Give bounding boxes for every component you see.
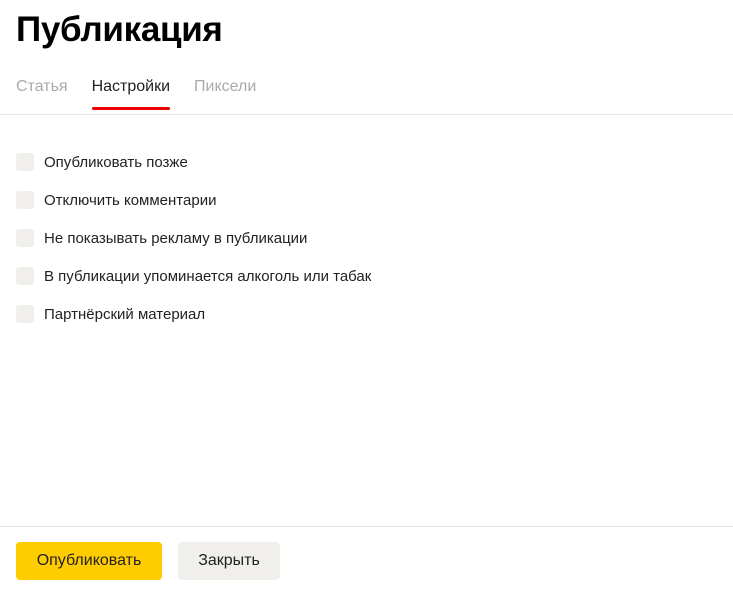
tabs: Статья Настройки Пиксели bbox=[16, 78, 256, 110]
divider bbox=[0, 114, 733, 115]
tab-settings[interactable]: Настройки bbox=[91, 78, 171, 110]
option-label: Партнёрский материал bbox=[44, 305, 206, 323]
option-label: В публикации упоминается алкоголь или та… bbox=[44, 267, 372, 285]
checkbox[interactable] bbox=[16, 267, 34, 285]
checkbox[interactable] bbox=[16, 305, 34, 323]
settings-list: Опубликовать позже Отключить комментарии… bbox=[16, 147, 371, 337]
footer-divider bbox=[0, 526, 733, 527]
publish-button[interactable]: Опубликовать bbox=[16, 542, 162, 580]
option-disable-comments[interactable]: Отключить комментарии bbox=[16, 185, 371, 223]
checkbox[interactable] bbox=[16, 191, 34, 209]
option-label: Отключить комментарии bbox=[44, 191, 217, 209]
tab-article[interactable]: Статья bbox=[16, 78, 68, 110]
option-partner-material[interactable]: Партнёрский материал bbox=[16, 299, 371, 337]
tab-pixels[interactable]: Пиксели bbox=[194, 78, 256, 110]
checkbox[interactable] bbox=[16, 153, 34, 171]
checkbox[interactable] bbox=[16, 229, 34, 247]
close-button[interactable]: Закрыть bbox=[178, 542, 280, 580]
option-no-ads[interactable]: Не показывать рекламу в публикации bbox=[16, 223, 371, 261]
option-label: Опубликовать позже bbox=[44, 153, 188, 171]
option-alcohol-tobacco[interactable]: В публикации упоминается алкоголь или та… bbox=[16, 261, 371, 299]
option-publish-later[interactable]: Опубликовать позже bbox=[16, 147, 371, 185]
option-label: Не показывать рекламу в публикации bbox=[44, 229, 308, 247]
page-title: Публикация bbox=[16, 10, 223, 49]
